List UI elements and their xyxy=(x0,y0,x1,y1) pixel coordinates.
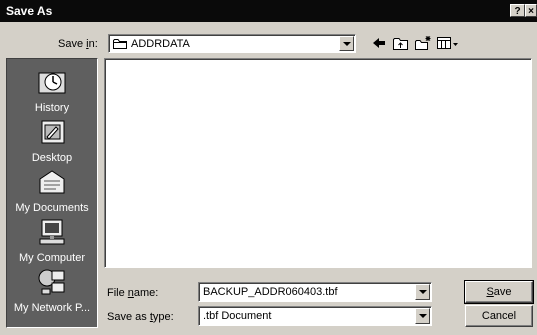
back-arrow-icon[interactable] xyxy=(370,35,388,51)
place-desktop[interactable]: Desktop xyxy=(7,117,97,164)
save-in-value: ADDRDATA xyxy=(131,38,190,50)
desktop-icon xyxy=(41,120,65,144)
place-label: My Documents xyxy=(15,202,89,214)
help-button[interactable]: ? xyxy=(510,4,525,17)
place-my-computer[interactable]: My Computer xyxy=(7,217,97,264)
place-my-network-places[interactable]: My Network P... xyxy=(7,267,97,314)
my-computer-icon xyxy=(39,219,65,245)
dialog-title: Save As xyxy=(6,4,53,18)
history-icon xyxy=(38,72,66,94)
place-label: History xyxy=(34,102,70,114)
save-as-dialog: Save As ? × Save in: ADDRDATA History De… xyxy=(0,0,537,335)
view-menu-icon[interactable] xyxy=(436,35,460,51)
place-label: My Network P... xyxy=(13,302,91,314)
save-as-type-value: .tbf Document xyxy=(203,310,272,322)
folder-icon xyxy=(113,39,127,49)
file-name-label: File name: xyxy=(107,287,159,299)
place-label: Desktop xyxy=(31,152,73,164)
place-my-documents[interactable]: My Documents xyxy=(7,167,97,214)
my-network-places-icon xyxy=(38,269,65,295)
places-bar: History Desktop My Documents My Computer… xyxy=(6,58,98,328)
chevron-down-icon[interactable] xyxy=(415,308,430,324)
new-folder-icon[interactable] xyxy=(414,35,432,51)
place-label: My Computer xyxy=(18,252,86,264)
file-name-input[interactable]: BACKUP_ADDR060403.tbf xyxy=(198,282,432,302)
save-as-type-label: Save as type: xyxy=(107,311,174,323)
my-documents-icon xyxy=(39,170,65,194)
title-bar[interactable]: Save As ? × xyxy=(0,0,537,22)
place-history[interactable]: History xyxy=(7,67,97,114)
chevron-down-icon[interactable] xyxy=(415,284,430,300)
file-name-value: BACKUP_ADDR060403.tbf xyxy=(203,286,338,298)
chevron-down-icon[interactable] xyxy=(339,36,354,51)
save-in-dropdown[interactable]: ADDRDATA xyxy=(108,34,356,53)
save-in-label: Save in: xyxy=(58,38,98,50)
close-button[interactable]: × xyxy=(525,4,537,17)
up-folder-icon[interactable] xyxy=(392,35,410,51)
cancel-button[interactable]: Cancel xyxy=(465,305,533,327)
save-as-type-dropdown[interactable]: .tbf Document xyxy=(198,306,432,326)
save-button[interactable]: Save xyxy=(464,280,534,304)
file-list[interactable] xyxy=(104,58,532,268)
